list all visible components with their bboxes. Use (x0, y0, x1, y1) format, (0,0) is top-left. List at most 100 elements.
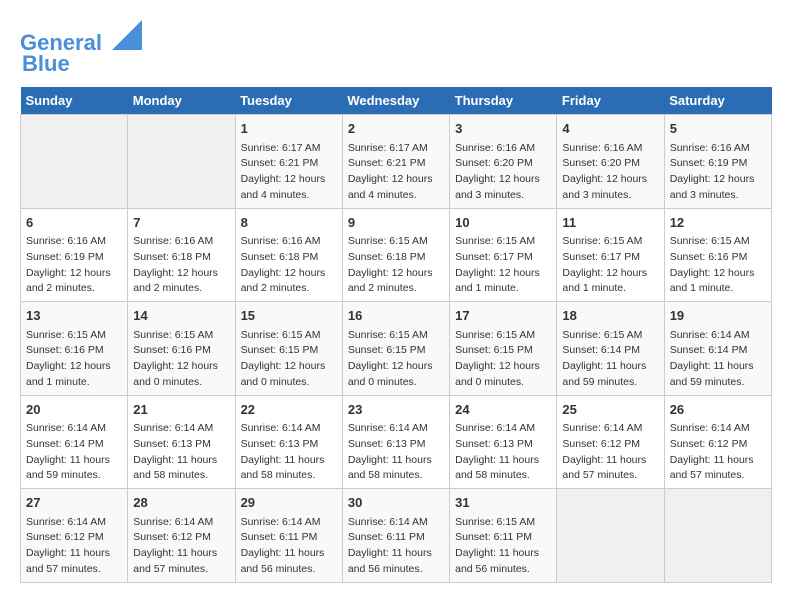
calendar-cell: 11 Sunrise: 6:15 AM Sunset: 6:17 PM Dayl… (557, 208, 664, 302)
day-number: 25 (562, 400, 658, 420)
cell-detail: Sunrise: 6:16 AM Sunset: 6:20 PM Dayligh… (562, 141, 658, 204)
calendar-cell (128, 115, 235, 209)
calendar-cell: 2 Sunrise: 6:17 AM Sunset: 6:21 PM Dayli… (342, 115, 449, 209)
cell-detail: Sunrise: 6:15 AM Sunset: 6:16 PM Dayligh… (133, 328, 229, 391)
calendar-cell: 20 Sunrise: 6:14 AM Sunset: 6:14 PM Dayl… (21, 395, 128, 489)
column-header-wednesday: Wednesday (342, 87, 449, 115)
calendar-week-3: 13 Sunrise: 6:15 AM Sunset: 6:16 PM Dayl… (21, 302, 772, 396)
cell-detail: Sunrise: 6:15 AM Sunset: 6:15 PM Dayligh… (455, 328, 551, 391)
calendar-cell: 17 Sunrise: 6:15 AM Sunset: 6:15 PM Dayl… (450, 302, 557, 396)
day-number: 15 (241, 306, 337, 326)
cell-detail: Sunrise: 6:15 AM Sunset: 6:17 PM Dayligh… (562, 234, 658, 297)
cell-detail: Sunrise: 6:15 AM Sunset: 6:16 PM Dayligh… (670, 234, 766, 297)
page-header: General Blue (20, 20, 772, 77)
calendar-cell: 18 Sunrise: 6:15 AM Sunset: 6:14 PM Dayl… (557, 302, 664, 396)
day-number: 9 (348, 213, 444, 233)
calendar-week-4: 20 Sunrise: 6:14 AM Sunset: 6:14 PM Dayl… (21, 395, 772, 489)
day-number: 13 (26, 306, 122, 326)
calendar-cell: 6 Sunrise: 6:16 AM Sunset: 6:19 PM Dayli… (21, 208, 128, 302)
column-header-friday: Friday (557, 87, 664, 115)
day-number: 3 (455, 119, 551, 139)
day-number: 28 (133, 493, 229, 513)
calendar-cell: 10 Sunrise: 6:15 AM Sunset: 6:17 PM Dayl… (450, 208, 557, 302)
cell-detail: Sunrise: 6:16 AM Sunset: 6:18 PM Dayligh… (133, 234, 229, 297)
cell-detail: Sunrise: 6:14 AM Sunset: 6:14 PM Dayligh… (26, 421, 122, 484)
day-number: 20 (26, 400, 122, 420)
calendar-cell: 3 Sunrise: 6:16 AM Sunset: 6:20 PM Dayli… (450, 115, 557, 209)
day-number: 18 (562, 306, 658, 326)
calendar-cell: 14 Sunrise: 6:15 AM Sunset: 6:16 PM Dayl… (128, 302, 235, 396)
calendar-cell: 7 Sunrise: 6:16 AM Sunset: 6:18 PM Dayli… (128, 208, 235, 302)
calendar-cell: 31 Sunrise: 6:15 AM Sunset: 6:11 PM Dayl… (450, 489, 557, 583)
calendar-cell (21, 115, 128, 209)
day-number: 17 (455, 306, 551, 326)
calendar-cell: 9 Sunrise: 6:15 AM Sunset: 6:18 PM Dayli… (342, 208, 449, 302)
cell-detail: Sunrise: 6:14 AM Sunset: 6:12 PM Dayligh… (26, 515, 122, 578)
cell-detail: Sunrise: 6:15 AM Sunset: 6:11 PM Dayligh… (455, 515, 551, 578)
calendar-cell: 1 Sunrise: 6:17 AM Sunset: 6:21 PM Dayli… (235, 115, 342, 209)
column-header-monday: Monday (128, 87, 235, 115)
calendar-cell: 4 Sunrise: 6:16 AM Sunset: 6:20 PM Dayli… (557, 115, 664, 209)
calendar-cell: 26 Sunrise: 6:14 AM Sunset: 6:12 PM Dayl… (664, 395, 771, 489)
cell-detail: Sunrise: 6:14 AM Sunset: 6:13 PM Dayligh… (241, 421, 337, 484)
day-number: 2 (348, 119, 444, 139)
column-header-tuesday: Tuesday (235, 87, 342, 115)
calendar-cell: 19 Sunrise: 6:14 AM Sunset: 6:14 PM Dayl… (664, 302, 771, 396)
day-number: 4 (562, 119, 658, 139)
calendar-cell: 13 Sunrise: 6:15 AM Sunset: 6:16 PM Dayl… (21, 302, 128, 396)
calendar-cell: 16 Sunrise: 6:15 AM Sunset: 6:15 PM Dayl… (342, 302, 449, 396)
day-number: 19 (670, 306, 766, 326)
day-number: 14 (133, 306, 229, 326)
cell-detail: Sunrise: 6:16 AM Sunset: 6:19 PM Dayligh… (670, 141, 766, 204)
cell-detail: Sunrise: 6:14 AM Sunset: 6:12 PM Dayligh… (562, 421, 658, 484)
calendar-cell: 8 Sunrise: 6:16 AM Sunset: 6:18 PM Dayli… (235, 208, 342, 302)
calendar-cell: 15 Sunrise: 6:15 AM Sunset: 6:15 PM Dayl… (235, 302, 342, 396)
cell-detail: Sunrise: 6:15 AM Sunset: 6:18 PM Dayligh… (348, 234, 444, 297)
calendar-cell: 23 Sunrise: 6:14 AM Sunset: 6:13 PM Dayl… (342, 395, 449, 489)
calendar-cell: 27 Sunrise: 6:14 AM Sunset: 6:12 PM Dayl… (21, 489, 128, 583)
calendar-week-1: 1 Sunrise: 6:17 AM Sunset: 6:21 PM Dayli… (21, 115, 772, 209)
cell-detail: Sunrise: 6:14 AM Sunset: 6:12 PM Dayligh… (670, 421, 766, 484)
cell-detail: Sunrise: 6:15 AM Sunset: 6:15 PM Dayligh… (241, 328, 337, 391)
calendar-cell: 29 Sunrise: 6:14 AM Sunset: 6:11 PM Dayl… (235, 489, 342, 583)
day-number: 27 (26, 493, 122, 513)
calendar-cell: 5 Sunrise: 6:16 AM Sunset: 6:19 PM Dayli… (664, 115, 771, 209)
day-number: 8 (241, 213, 337, 233)
day-number: 24 (455, 400, 551, 420)
cell-detail: Sunrise: 6:17 AM Sunset: 6:21 PM Dayligh… (348, 141, 444, 204)
day-number: 16 (348, 306, 444, 326)
cell-detail: Sunrise: 6:15 AM Sunset: 6:17 PM Dayligh… (455, 234, 551, 297)
cell-detail: Sunrise: 6:15 AM Sunset: 6:14 PM Dayligh… (562, 328, 658, 391)
cell-detail: Sunrise: 6:14 AM Sunset: 6:13 PM Dayligh… (133, 421, 229, 484)
cell-detail: Sunrise: 6:14 AM Sunset: 6:12 PM Dayligh… (133, 515, 229, 578)
calendar-cell: 25 Sunrise: 6:14 AM Sunset: 6:12 PM Dayl… (557, 395, 664, 489)
day-number: 5 (670, 119, 766, 139)
calendar-week-2: 6 Sunrise: 6:16 AM Sunset: 6:19 PM Dayli… (21, 208, 772, 302)
day-number: 7 (133, 213, 229, 233)
cell-detail: Sunrise: 6:16 AM Sunset: 6:19 PM Dayligh… (26, 234, 122, 297)
calendar-cell: 24 Sunrise: 6:14 AM Sunset: 6:13 PM Dayl… (450, 395, 557, 489)
column-header-sunday: Sunday (21, 87, 128, 115)
calendar-cell: 22 Sunrise: 6:14 AM Sunset: 6:13 PM Dayl… (235, 395, 342, 489)
calendar-week-5: 27 Sunrise: 6:14 AM Sunset: 6:12 PM Dayl… (21, 489, 772, 583)
cell-detail: Sunrise: 6:15 AM Sunset: 6:15 PM Dayligh… (348, 328, 444, 391)
day-number: 22 (241, 400, 337, 420)
logo-text: General (20, 20, 142, 55)
cell-detail: Sunrise: 6:16 AM Sunset: 6:20 PM Dayligh… (455, 141, 551, 204)
calendar-cell: 28 Sunrise: 6:14 AM Sunset: 6:12 PM Dayl… (128, 489, 235, 583)
day-number: 21 (133, 400, 229, 420)
cell-detail: Sunrise: 6:14 AM Sunset: 6:13 PM Dayligh… (455, 421, 551, 484)
day-number: 30 (348, 493, 444, 513)
cell-detail: Sunrise: 6:14 AM Sunset: 6:14 PM Dayligh… (670, 328, 766, 391)
cell-detail: Sunrise: 6:14 AM Sunset: 6:13 PM Dayligh… (348, 421, 444, 484)
day-number: 1 (241, 119, 337, 139)
day-number: 23 (348, 400, 444, 420)
calendar-cell (557, 489, 664, 583)
cell-detail: Sunrise: 6:15 AM Sunset: 6:16 PM Dayligh… (26, 328, 122, 391)
column-header-saturday: Saturday (664, 87, 771, 115)
cell-detail: Sunrise: 6:16 AM Sunset: 6:18 PM Dayligh… (241, 234, 337, 297)
calendar-cell: 30 Sunrise: 6:14 AM Sunset: 6:11 PM Dayl… (342, 489, 449, 583)
day-number: 12 (670, 213, 766, 233)
day-number: 29 (241, 493, 337, 513)
cell-detail: Sunrise: 6:17 AM Sunset: 6:21 PM Dayligh… (241, 141, 337, 204)
